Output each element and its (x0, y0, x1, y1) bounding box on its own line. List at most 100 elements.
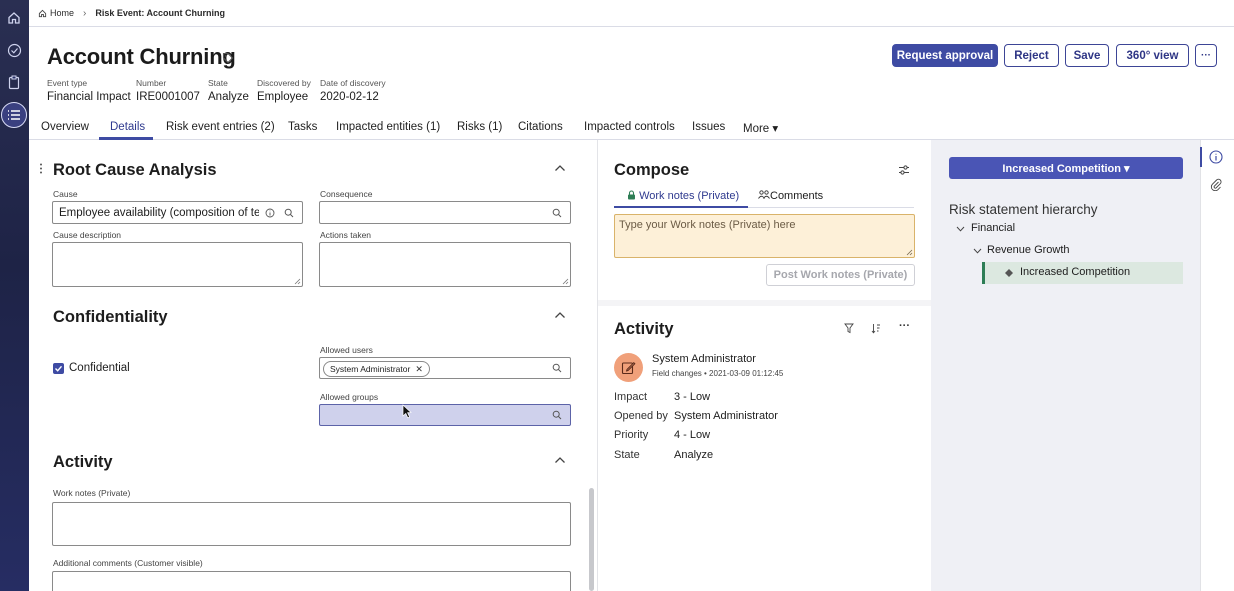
meta-value: Employee (257, 91, 309, 103)
work-notes-textarea[interactable] (52, 502, 571, 546)
home-icon[interactable] (4, 8, 24, 28)
tab-risk-event-entries[interactable]: Risk event entries (2) (166, 121, 275, 133)
risk-statement-selector-button[interactable]: Increased Competition ▾ (949, 157, 1183, 179)
tag-icon[interactable] (222, 52, 234, 64)
change-value: 4 - Low (674, 429, 711, 441)
meta-date-of-discovery: Date of discovery 2020-02-12 (320, 78, 386, 103)
compose-title: Compose (614, 161, 690, 179)
resize-handle-icon[interactable] (294, 278, 301, 285)
meta-label: Date of discovery (320, 78, 386, 88)
info-icon[interactable] (265, 208, 275, 218)
resize-handle-icon[interactable] (906, 249, 913, 256)
request-approval-button[interactable]: Request approval (892, 44, 998, 67)
change-key: State (614, 449, 640, 461)
meta-number: Number IRE0001007 (136, 78, 200, 103)
tab-more[interactable]: More ▾ (743, 121, 778, 135)
avatar (614, 353, 643, 382)
collapse-chevron-icon[interactable] (554, 456, 566, 464)
cause-description-textarea[interactable] (52, 242, 303, 287)
utility-sidebar (1200, 140, 1234, 591)
expand-chevron-icon[interactable] (973, 248, 982, 254)
additional-comments-textarea[interactable] (52, 571, 571, 591)
work-notes-label: Work notes (Private) (53, 488, 131, 498)
360-view-button[interactable]: 360° view (1116, 44, 1189, 67)
utility-active-indicator (1200, 147, 1202, 167)
tree-node-revenue-growth[interactable]: Revenue Growth (987, 244, 1070, 256)
drag-handle-icon[interactable] (39, 163, 43, 174)
clipboard-icon[interactable] (4, 72, 24, 92)
sort-icon[interactable] (871, 323, 881, 334)
tab-risks[interactable]: Risks (1) (457, 121, 502, 133)
allowed-users-field[interactable]: System Administrator ✕ (319, 357, 571, 379)
tab-work-notes[interactable]: Work notes (Private) (627, 190, 739, 202)
collapse-chevron-icon[interactable] (554, 164, 566, 172)
compose-active-tab-indicator (614, 206, 748, 208)
paperclip-icon[interactable] (1210, 178, 1222, 191)
resize-handle-icon[interactable] (562, 278, 569, 285)
change-key: Impact (614, 391, 648, 403)
form-scrollbar[interactable] (589, 488, 594, 591)
allowed-users-label: Allowed users (320, 345, 373, 355)
actions-taken-textarea[interactable] (319, 242, 571, 287)
more-actions-button[interactable]: ··· (1195, 44, 1217, 67)
tab-details[interactable]: Details (110, 121, 145, 133)
activity-form-section-title: Activity (53, 453, 113, 471)
tree-node-increased-competition[interactable]: Increased Competition (1020, 266, 1130, 278)
tab-impacted-entities[interactable]: Impacted entities (1) (336, 121, 440, 133)
cause-field[interactable]: Employee availability (composition of te… (52, 201, 303, 224)
additional-comments-label: Additional comments (Customer visible) (53, 558, 203, 568)
cause-label: Cause (53, 189, 78, 199)
confidentiality-section-title: Confidentiality (53, 308, 168, 326)
breadcrumb-current: Risk Event: Account Churning (95, 8, 226, 18)
breadcrumb: Home › Risk Event: Account Churning (29, 0, 1234, 27)
info-circle-icon[interactable] (1209, 150, 1223, 164)
compose-settings-icon[interactable] (898, 164, 910, 176)
compose-work-notes-input[interactable]: Type your Work notes (Private) here (614, 214, 915, 258)
search-icon[interactable] (552, 363, 562, 373)
consequence-field[interactable] (319, 201, 571, 224)
meta-label: Discovered by (257, 78, 311, 88)
change-value: Analyze (674, 449, 714, 461)
cause-value: Employee availability (composition of te… (59, 207, 259, 219)
user-chip-label: System Administrator (330, 364, 411, 374)
check-circle-icon[interactable] (4, 40, 24, 60)
confidential-checkbox[interactable] (53, 363, 64, 374)
tab-issues[interactable]: Issues (692, 121, 725, 133)
remove-chip-icon[interactable]: ✕ (415, 364, 423, 375)
lock-icon (628, 190, 635, 200)
collapse-chevron-icon[interactable] (554, 311, 566, 319)
diamond-icon (1005, 269, 1013, 277)
list-menu-icon[interactable] (1, 102, 27, 128)
change-value: 3 - Low (674, 391, 711, 403)
tab-comments[interactable]: Comments (758, 190, 823, 202)
save-button[interactable]: Save (1065, 44, 1109, 67)
activity-user[interactable]: System Administrator (652, 353, 756, 365)
tab-citations[interactable]: Citations (518, 121, 563, 133)
reject-button[interactable]: Reject (1004, 44, 1059, 67)
checkmark-icon (55, 365, 63, 372)
compose-placeholder: Type your Work notes (Private) here (619, 219, 796, 231)
meta-label: Event type (47, 78, 88, 88)
record-tabs: Overview Details Risk event entries (2) … (29, 117, 1234, 140)
meta-label: State (208, 78, 228, 88)
panel-separator (598, 300, 931, 306)
activity-more-icon[interactable]: ··· (899, 320, 910, 332)
search-icon[interactable] (552, 410, 562, 420)
tree-node-financial[interactable]: Financial (971, 222, 1015, 234)
app-root: Home › Risk Event: Account Churning Acco… (0, 0, 1234, 591)
search-icon[interactable] (552, 208, 562, 218)
actions-taken-label: Actions taken (320, 230, 372, 240)
search-icon[interactable] (284, 208, 294, 218)
tab-tasks[interactable]: Tasks (288, 121, 317, 133)
expand-chevron-icon[interactable] (956, 226, 965, 232)
breadcrumb-home[interactable]: Home (50, 8, 74, 18)
post-work-notes-button[interactable]: Post Work notes (Private) (766, 264, 915, 286)
cause-description-label: Cause description (53, 230, 122, 240)
filter-icon[interactable] (844, 323, 854, 334)
allowed-groups-field[interactable] (319, 404, 571, 426)
user-chip[interactable]: System Administrator ✕ (323, 361, 430, 377)
breadcrumb-separator: › (83, 7, 87, 19)
tab-impacted-controls[interactable]: Impacted controls (584, 121, 675, 133)
meta-event-type: Event type Financial Impact (47, 78, 131, 103)
tab-overview[interactable]: Overview (41, 121, 89, 133)
